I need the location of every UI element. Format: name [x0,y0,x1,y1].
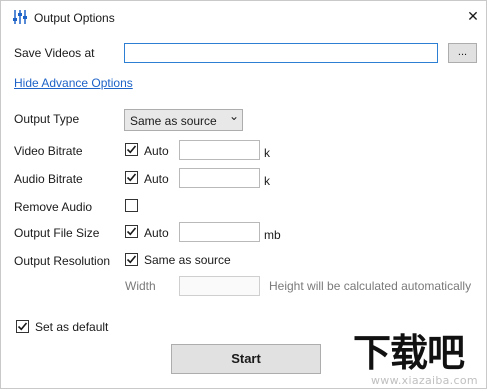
close-icon[interactable]: ✕ [465,8,481,25]
remove-audio-label: Remove Audio [14,200,93,214]
remove-audio-checkbox[interactable] [125,199,138,212]
start-button[interactable]: Start [171,344,321,374]
output-type-selected: Same as source [130,114,217,128]
output-file-size-unit: mb [264,228,281,242]
audio-bitrate-auto-label: Auto [144,172,169,186]
output-type-dropdown[interactable]: Same as source ⌄ [124,109,243,131]
output-file-size-auto-checkbox[interactable] [125,225,138,238]
video-bitrate-auto-checkbox[interactable] [125,143,138,156]
hide-advance-options-link[interactable]: Hide Advance Options [14,76,133,90]
save-path-input[interactable] [124,43,438,63]
output-type-label: Output Type [14,112,80,126]
output-options-dialog: Output Options ✕ Save Videos at ... Hide… [0,0,487,389]
output-file-size-label: Output File Size [14,226,100,240]
set-as-default-label: Set as default [35,320,109,334]
output-resolution-label: Output Resolution [14,254,111,268]
audio-bitrate-input[interactable] [179,168,260,188]
chevron-down-icon: ⌄ [229,109,240,123]
audio-bitrate-label: Audio Bitrate [14,172,83,186]
width-label: Width [125,279,156,293]
watermark-logo: 下载吧 www.xiazaiba.com [351,332,485,388]
dialog-title: Output Options [34,11,115,25]
same-as-source-checkbox[interactable] [125,253,138,266]
settings-sliders-icon [12,9,28,25]
browse-button[interactable]: ... [448,43,477,63]
width-input[interactable] [179,276,260,296]
browse-button-label: ... [457,46,468,58]
audio-bitrate-auto-checkbox[interactable] [125,171,138,184]
output-file-size-input[interactable] [179,222,260,242]
watermark-url: www.xiazaiba.com [371,374,478,387]
set-as-default-checkbox[interactable] [16,320,29,333]
video-bitrate-input[interactable] [179,140,260,160]
output-file-size-auto-label: Auto [144,226,169,240]
height-note: Height will be calculated automatically [269,279,472,293]
video-bitrate-label: Video Bitrate [14,144,83,158]
video-bitrate-auto-label: Auto [144,144,169,158]
watermark-logo-text: 下载吧 [353,331,465,375]
start-button-label: Start [231,351,261,366]
audio-bitrate-unit: k [264,174,270,188]
video-bitrate-unit: k [264,146,270,160]
save-videos-label: Save Videos at [14,46,95,60]
same-as-source-label: Same as source [144,253,231,267]
